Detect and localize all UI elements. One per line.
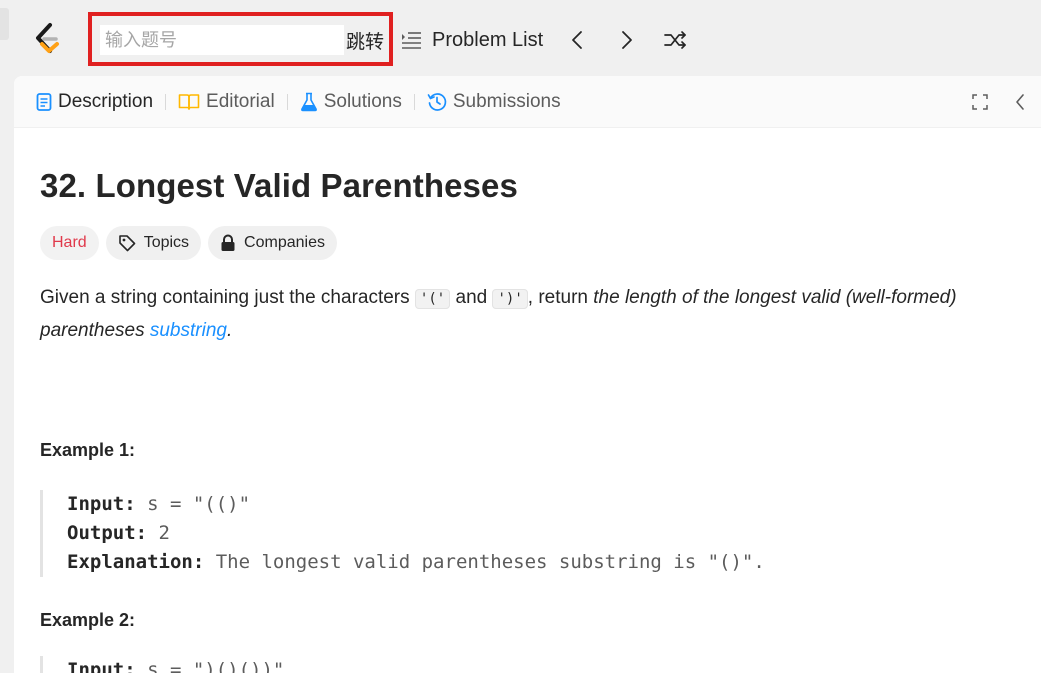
difficulty-badge: Hard <box>40 226 99 260</box>
jump-button[interactable]: 跳转 <box>346 26 384 54</box>
problem-number-input[interactable] <box>100 25 344 55</box>
tag-icon <box>118 235 135 252</box>
history-icon <box>427 92 447 111</box>
list-icon <box>402 32 421 49</box>
substring-link[interactable]: substring <box>150 320 227 341</box>
shuffle-icon <box>664 31 686 49</box>
desc-text: , return <box>527 287 594 308</box>
problem-title: 32. Longest Valid Parentheses <box>40 167 518 204</box>
example-output-line: Output: 2 <box>67 522 170 544</box>
tab-divider <box>413 93 415 110</box>
example-2-heading: Example 2: <box>40 610 136 630</box>
companies-button[interactable]: Companies <box>208 226 337 260</box>
expand-icon <box>972 94 988 110</box>
left-panel-tab[interactable] <box>0 8 9 40</box>
description-content: 32. Longest Valid Parentheses Hard Topic… <box>14 167 1041 347</box>
inline-code-open-paren: '(' <box>414 289 451 309</box>
problem-panel: Description Editorial Solutions Submissi… <box>14 76 1041 673</box>
flask-icon <box>300 92 317 111</box>
tab-description[interactable]: Description <box>36 76 153 127</box>
tab-divider <box>165 93 167 110</box>
document-icon <box>36 92 52 111</box>
tab-bar: Description Editorial Solutions Submissi… <box>14 76 1041 128</box>
tab-divider <box>286 93 288 110</box>
book-icon <box>178 93 200 110</box>
jump-to-problem-box: 跳转 <box>88 12 393 66</box>
fullscreen-button[interactable] <box>968 90 992 114</box>
desc-text: . <box>226 320 233 341</box>
next-problem-button[interactable] <box>614 26 640 54</box>
left-panel-edge <box>0 0 14 673</box>
chevron-left-icon <box>1016 94 1024 110</box>
example-2-block: Input: s = ")()())" <box>40 656 284 673</box>
chevron-left-icon <box>572 31 582 49</box>
chevron-right-icon <box>622 31 632 49</box>
example-input-line: Input: s = ")()())" <box>67 659 285 673</box>
tab-submissions[interactable]: Submissions <box>427 76 561 127</box>
lock-icon <box>221 234 235 251</box>
tab-solutions-label: Solutions <box>323 90 402 112</box>
tab-description-label: Description <box>58 90 154 112</box>
example-1-block: Input: s = "(()" Output: 2 Explanation: … <box>40 490 765 577</box>
problem-list-button[interactable]: Problem List <box>400 24 543 56</box>
inline-code-close-paren: ')' <box>492 289 528 309</box>
problem-list-label: Problem List <box>432 28 544 51</box>
example-input-line: Input: s = "(()" <box>67 493 251 515</box>
companies-label: Companies <box>244 234 325 251</box>
topics-button[interactable]: Topics <box>105 226 202 260</box>
tab-submissions-label: Submissions <box>452 90 561 112</box>
problem-description: Given a string containing just the chara… <box>40 282 1000 347</box>
example-1-heading: Example 1: <box>40 440 136 460</box>
desc-text: and <box>450 287 493 308</box>
tab-solutions[interactable]: Solutions <box>300 76 402 127</box>
tab-editorial[interactable]: Editorial <box>178 76 275 127</box>
example-explanation-line: Explanation: The longest valid parenthes… <box>67 551 765 573</box>
problem-tags: Hard Topics Companies <box>40 226 1015 260</box>
topics-label: Topics <box>143 234 190 251</box>
leetcode-logo-icon[interactable] <box>32 22 62 56</box>
tab-editorial-label: Editorial <box>206 90 275 112</box>
random-problem-button[interactable] <box>660 26 692 54</box>
top-bar: 跳转 Problem List <box>14 0 1041 78</box>
previous-problem-button[interactable] <box>564 26 590 54</box>
collapse-panel-button[interactable] <box>1008 90 1032 114</box>
desc-text: Given a string containing just the chara… <box>40 287 415 308</box>
